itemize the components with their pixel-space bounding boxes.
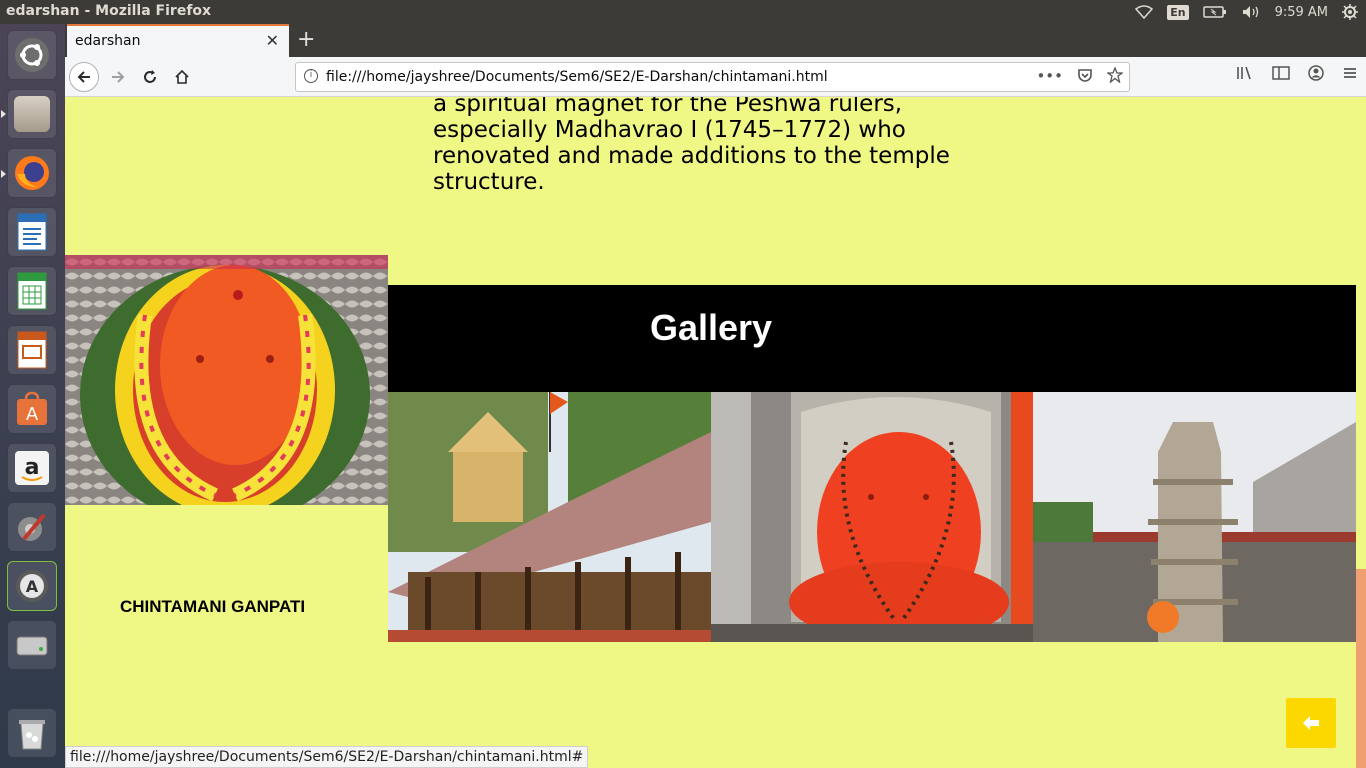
trash-launcher-button[interactable]	[7, 708, 57, 758]
address-bar[interactable]: i file:///home/jayshree/Documents/Sem6/S…	[295, 62, 1130, 92]
sidebar-icon[interactable]	[1272, 65, 1290, 81]
gallery-image-idol[interactable]	[711, 392, 1033, 642]
web-page: a spiritual magnet for the Peshwa rulers…	[65, 97, 1366, 768]
history-paragraph: a spiritual magnet for the Peshwa rulers…	[433, 97, 988, 195]
gallery-image-temple[interactable]	[388, 392, 711, 642]
window-title: edarshan - Mozilla Firefox	[6, 3, 212, 19]
running-indicator	[1, 170, 6, 178]
tab-edarshan[interactable]: edarshan ✕	[67, 24, 289, 57]
idol-caption: CHINTAMANI GANPATI	[120, 597, 306, 616]
wifi-icon[interactable]	[1135, 5, 1154, 19]
system-settings-launcher-button[interactable]	[7, 502, 57, 552]
gallery-image-deepmala[interactable]	[1033, 392, 1356, 642]
impress-launcher-button[interactable]	[7, 325, 57, 375]
forward-button[interactable]	[103, 62, 133, 92]
site-info-icon[interactable]: i	[304, 69, 318, 83]
impress-icon	[17, 331, 47, 369]
home-icon	[175, 69, 189, 84]
arrow-left-icon	[77, 71, 90, 83]
page-actions-icon[interactable]: •••	[1036, 67, 1063, 85]
toolbar-right-icons	[1236, 65, 1358, 81]
files-icon	[14, 96, 50, 132]
running-indicator	[1, 110, 6, 118]
firefox-launcher-button[interactable]	[7, 148, 57, 198]
url-text[interactable]: file:///home/jayshree/Documents/Sem6/SE2…	[326, 69, 828, 85]
clock[interactable]: 9:59 AM	[1275, 5, 1328, 20]
paragraph-line: structure.	[433, 169, 545, 195]
keyboard-layout-indicator[interactable]: En	[1167, 4, 1189, 20]
menu-hamburger-icon[interactable]	[1342, 65, 1358, 81]
browser-navigation-bar: i file:///home/jayshree/Documents/Sem6/S…	[65, 57, 1366, 97]
amazon-icon: a	[15, 451, 49, 485]
battery-icon[interactable]	[1202, 5, 1227, 19]
address-bar-actions: •••	[1036, 67, 1123, 85]
software-updater-icon: A	[16, 570, 48, 602]
volume-icon[interactable]	[1241, 5, 1261, 19]
library-icon[interactable]	[1236, 65, 1254, 81]
gallery-title: Gallery	[650, 307, 773, 348]
svg-text:a: a	[25, 455, 40, 480]
arrow-left-icon	[1303, 716, 1319, 730]
account-icon[interactable]	[1308, 65, 1324, 81]
amazon-launcher-button[interactable]: a	[7, 443, 57, 493]
home-button[interactable]	[167, 62, 197, 92]
dash-button[interactable]	[7, 30, 57, 80]
page-scrollbar-thumb[interactable]	[1356, 569, 1366, 768]
drive-launcher-button[interactable]	[7, 620, 57, 670]
system-top-panel: edarshan - Mozilla Firefox En 9:59 AM	[0, 0, 1366, 24]
chintamani-idol-photo	[65, 255, 388, 505]
settings-gear-icon[interactable]	[1342, 4, 1358, 20]
svg-text:A: A	[26, 404, 39, 425]
bookmark-star-icon[interactable]	[1107, 67, 1123, 83]
paragraph-line: renovated and made additions to the temp…	[433, 143, 950, 169]
tab-title: edarshan	[75, 33, 141, 49]
paragraph-line: a spiritual magnet for the Peshwa rulers…	[433, 97, 903, 117]
svg-text:A: A	[26, 577, 39, 596]
software-center-launcher-button[interactable]: A	[7, 384, 57, 434]
system-tray: En 9:59 AM	[1135, 0, 1358, 24]
arrow-right-icon	[112, 71, 125, 83]
reload-icon	[144, 70, 156, 83]
gallery-header: Gallery	[388, 285, 1356, 392]
browser-tab-bar: edarshan ✕ +	[65, 24, 1366, 57]
reload-button[interactable]	[135, 62, 165, 92]
writer-launcher-button[interactable]	[7, 207, 57, 257]
ubuntu-logo-icon	[15, 38, 49, 72]
link-status-tooltip: file:///home/jayshree/Documents/Sem6/SE2…	[65, 746, 589, 768]
calc-icon	[17, 272, 47, 310]
files-launcher-button[interactable]	[7, 89, 57, 139]
back-button[interactable]	[69, 62, 99, 92]
hard-drive-icon	[16, 636, 48, 656]
launcher-sidebar: A a A	[0, 24, 65, 768]
paragraph-line: especially Madhavrao I (1745–1772) who	[433, 117, 906, 143]
pocket-icon[interactable]	[1077, 67, 1093, 83]
new-tab-icon[interactable]: +	[297, 27, 315, 52]
firefox-icon	[15, 156, 49, 190]
calc-launcher-button[interactable]	[7, 266, 57, 316]
back-to-top-button[interactable]	[1286, 698, 1336, 748]
software-updater-launcher-button[interactable]: A	[7, 561, 57, 611]
close-tab-icon[interactable]: ✕	[266, 31, 279, 50]
software-center-icon: A	[17, 391, 47, 425]
writer-icon	[17, 213, 47, 251]
trash-icon	[19, 720, 45, 750]
system-settings-icon	[18, 513, 46, 541]
